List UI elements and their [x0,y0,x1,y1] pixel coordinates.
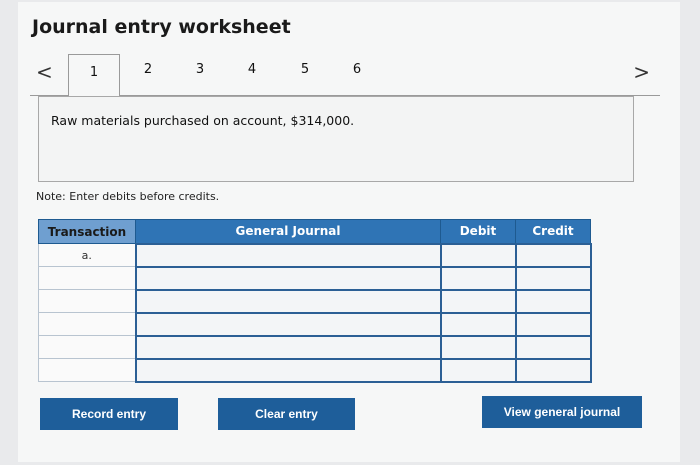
tab-4[interactable]: 4 [237,62,267,77]
table-row [38,357,592,383]
credit-field[interactable] [514,288,592,314]
debit-field[interactable] [439,311,517,337]
table-row [38,334,592,360]
clear-entry-button[interactable]: Clear entry [218,398,355,430]
debit-field[interactable] [439,357,517,383]
record-entry-button[interactable]: Record entry [40,398,178,430]
chevron-left-icon[interactable]: < [36,60,53,84]
tab-3[interactable]: 3 [185,62,215,77]
transaction-cell [38,312,136,336]
debit-field[interactable] [439,242,517,268]
table-row [38,311,592,337]
transaction-cell [38,266,136,290]
table-header-row: Transaction General Journal Debit Credit [38,219,591,244]
transaction-description-box: Raw materials purchased on account, $314… [38,96,634,182]
table-row: a. [38,242,592,268]
tab-6[interactable]: 6 [342,62,372,77]
transaction-cell [38,335,136,359]
chevron-right-icon[interactable]: > [633,60,650,84]
account-field[interactable] [134,357,442,383]
account-field[interactable] [134,288,442,314]
tab-bar: < 1 2 3 4 5 6 > [30,52,660,98]
table-row [38,265,592,291]
credit-field[interactable] [514,334,592,360]
credit-field[interactable] [514,357,592,383]
transaction-description: Raw materials purchased on account, $314… [51,113,355,128]
header-transaction: Transaction [38,219,136,244]
credit-field[interactable] [514,242,592,268]
header-credit: Credit [515,219,591,244]
transaction-cell [38,289,136,313]
account-field[interactable] [134,242,442,268]
account-field[interactable] [134,311,442,337]
note-text: Note: Enter debits before credits. [36,190,220,203]
page-title: Journal entry worksheet [32,16,291,38]
debit-field[interactable] [439,334,517,360]
view-general-journal-button[interactable]: View general journal [482,396,642,428]
transaction-cell: a. [38,243,136,267]
transaction-cell [38,358,136,382]
tab-2[interactable]: 2 [133,62,163,77]
credit-field[interactable] [514,311,592,337]
account-field[interactable] [134,334,442,360]
account-field[interactable] [134,265,442,291]
tab-1[interactable]: 1 [68,54,120,98]
debit-field[interactable] [439,288,517,314]
tab-5[interactable]: 5 [290,62,320,77]
debit-field[interactable] [439,265,517,291]
header-general-journal: General Journal [135,219,441,244]
journal-table: Transaction General Journal Debit Credit… [38,219,592,383]
table-row [38,288,592,314]
credit-field[interactable] [514,265,592,291]
header-debit: Debit [440,219,516,244]
